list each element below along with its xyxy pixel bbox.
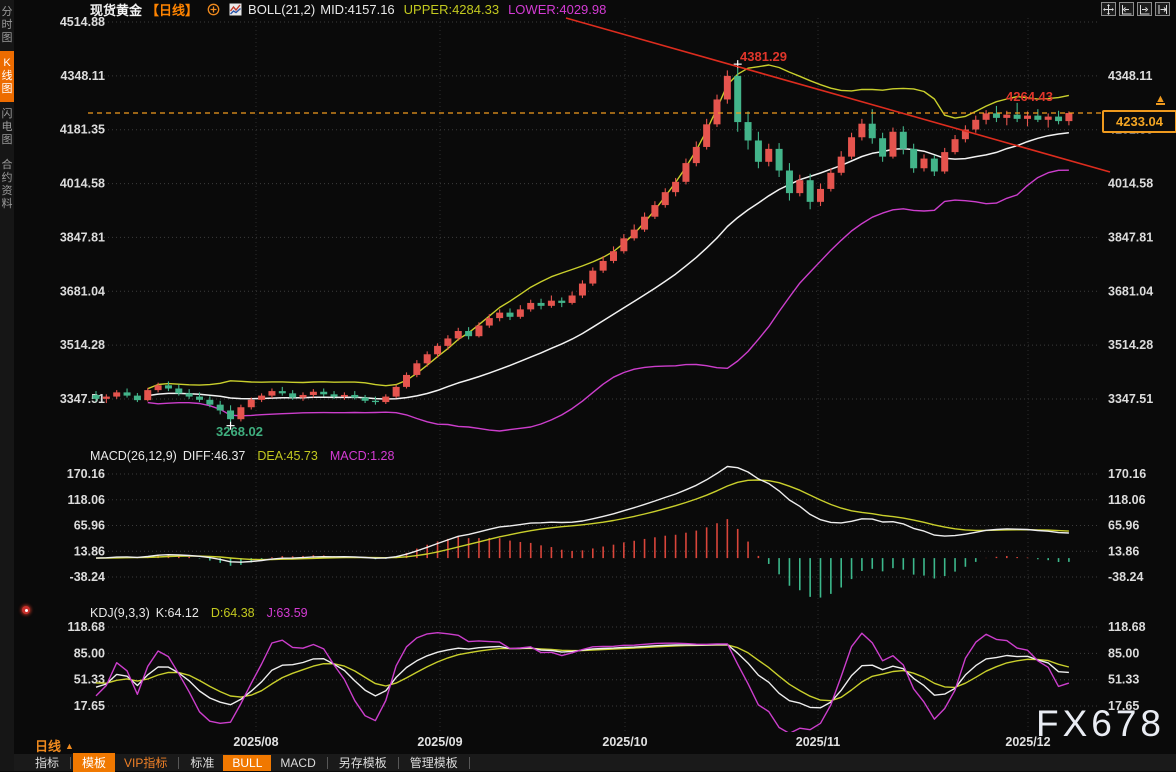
axis-label: 3347.51 [60,392,105,406]
swing-low-label: 3268.02 [216,424,263,439]
jump-latest-icon[interactable] [1155,2,1170,16]
bottom-tab[interactable]: 管理模板 [401,753,467,772]
toolbar-separator [178,757,179,769]
bottom-tab[interactable]: MACD [271,755,324,771]
sidebar-item[interactable]: 闪电图 [0,102,14,153]
date-tick-label: 2025/08 [233,735,278,749]
axis-label: 3514.28 [60,338,105,352]
axis-label: 65.96 [1108,519,1139,533]
axis-label: 118.68 [1108,620,1146,634]
axis-label: 4014.58 [60,177,105,191]
symbol-name: 现货黄金 [90,0,142,19]
toolbar-separator [70,757,71,769]
sidebar-item[interactable]: K线图 [0,51,14,102]
axis-label: 170.16 [67,467,105,481]
boll-upper-value: UPPER:4284.33 [404,2,499,17]
kdj-j-value: J:63.59 [267,606,308,620]
kdj-settings-icon[interactable] [20,604,32,616]
macd-params: MACD(26,12,9) [90,449,177,463]
axis-label: 17.65 [74,699,105,713]
add-indicator-icon[interactable] [207,3,220,16]
axis-label: 3681.04 [1108,284,1153,298]
period-tag: 【日线】 [146,0,198,19]
bottom-tab[interactable]: BULL [223,755,271,771]
bottom-toolbar: 指标模板VIP指标标准BULLMACD 另存模板管理模板 [14,754,1176,771]
toolbar-separator [469,757,470,769]
axis-label: 3347.51 [1108,392,1153,406]
axis-label: 118.68 [67,620,105,634]
chevron-up-icon: ▲ [65,741,74,751]
axis-label: 118.06 [1108,493,1146,507]
macd-dea-value: DEA:45.73 [257,449,317,463]
axis-label: 3847.81 [1108,230,1153,244]
axis-label: 4181.35 [60,123,105,137]
boll-label: BOLL(21,2) [248,2,315,17]
axis-label: 4348.11 [61,69,106,83]
bottom-tab[interactable]: 指标 [26,753,68,772]
bottom-tab[interactable]: 标准 [181,753,223,772]
bottom-tab[interactable]: VIP指标 [115,753,176,772]
left-sidebar: 分时图K线图闪电图合约资料 [0,0,14,771]
boll-lower-value: LOWER:4029.98 [508,2,606,17]
kdj-pane-header: KDJ(9,3,3) K:64.12 D:64.38 J:63.59 [90,606,308,620]
macd-diff-value: DIFF:46.37 [183,449,246,463]
axis-label: 65.96 [74,519,105,533]
indicator-chart-icon[interactable] [229,3,242,16]
kdj-k-value: K:64.12 [156,606,199,620]
macd-pane-header: MACD(26,12,9) DIFF:46.37 DEA:45.73 MACD:… [90,449,394,463]
axis-label: 13.86 [1108,544,1139,558]
bottom-tab[interactable]: 模板 [73,753,115,772]
axis-label: 85.00 [74,646,105,660]
date-tick-label: 2025/10 [602,735,647,749]
chart-canvas[interactable]: 4514.884348.114181.354014.583847.813681.… [0,0,1176,771]
watermark: FX678 [1036,703,1165,745]
scroll-right-icon[interactable] [1137,2,1152,16]
sidebar-item[interactable]: 合约资料 [0,153,14,217]
date-tick-label: 2025/11 [796,735,841,749]
axis-label: 3514.28 [1108,338,1153,352]
peak-price-label: 4381.29 [740,49,787,64]
chart-title-bar: 现货黄金 【日线】 BOLL(21,2) MID:4157.16 UPPER:4… [90,1,614,17]
toolbar-separator [398,757,399,769]
last-price-badge: 4233.04 [1102,110,1176,133]
axis-label: 4014.58 [1108,177,1153,191]
toolbar-separator [327,757,328,769]
axis-label: 85.00 [1108,646,1139,660]
kdj-d-value: D:64.38 [211,606,255,620]
axis-label: 51.33 [74,673,105,687]
price-up-arrow-icon: ▲ [1155,94,1166,105]
axis-label: -38.24 [70,570,105,584]
kdj-params: KDJ(9,3,3) [90,606,150,620]
pan-icon[interactable] [1101,2,1116,16]
boll-mid-value: MID:4157.16 [320,2,394,17]
chart-tool-buttons [1101,2,1170,16]
axis-label: 118.06 [67,493,105,507]
bottom-tab[interactable]: 另存模板 [330,753,396,772]
axis-label: 4348.11 [1108,69,1153,83]
sidebar-item[interactable]: 分时图 [0,0,14,51]
axis-label: 170.16 [1108,467,1146,481]
axis-label: 3681.04 [60,284,105,298]
scroll-left-icon[interactable] [1119,2,1134,16]
macd-value: MACD:1.28 [330,449,395,463]
axis-label: 51.33 [1108,673,1139,687]
date-tick-label: 2025/09 [417,735,462,749]
axis-label: -38.24 [1108,570,1143,584]
recent-high-label: 4264.43 [1006,89,1053,104]
axis-label: 3847.81 [60,230,105,244]
axis-label: 13.86 [74,544,105,558]
